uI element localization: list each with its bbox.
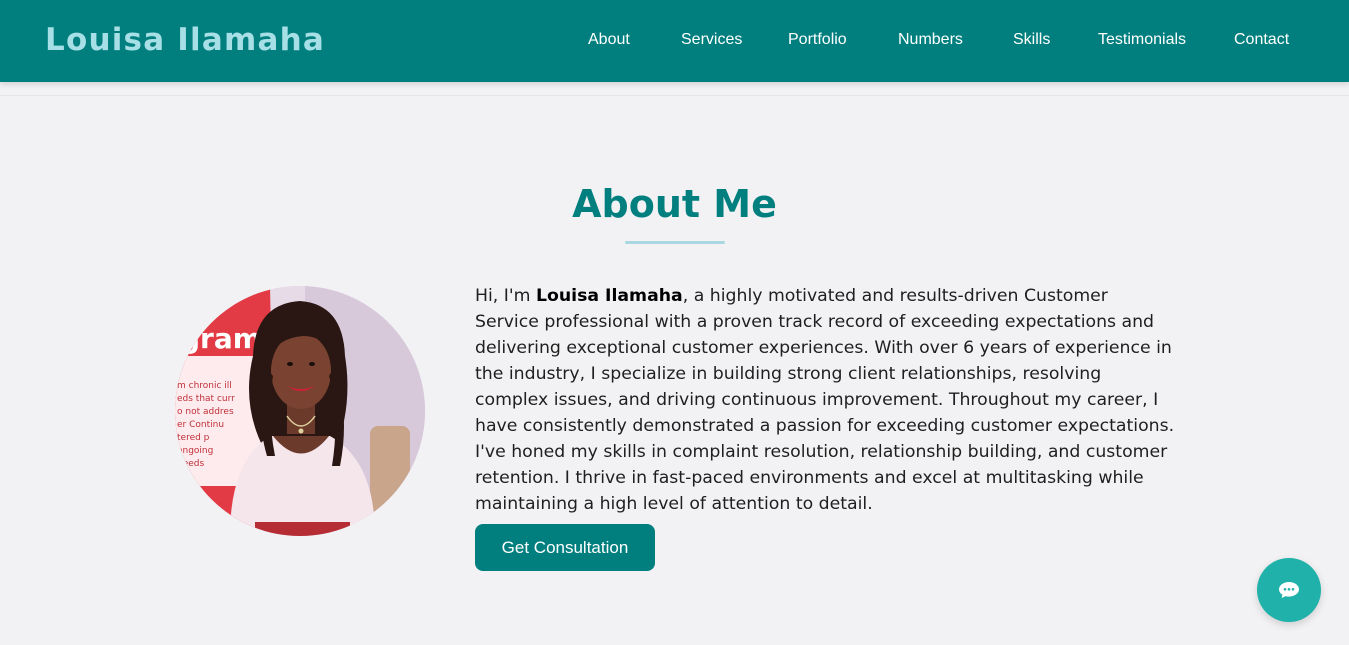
nav-link-testimonials[interactable]: Testimonials xyxy=(1098,31,1186,49)
profile-photo: gram m chronic ill eds that curr o not a… xyxy=(175,286,425,536)
bio-name: Louisa Ilamaha xyxy=(535,286,683,306)
chat-bubble-icon xyxy=(1279,582,1299,598)
chat-button[interactable] xyxy=(1257,558,1321,622)
nav-link-contact[interactable]: Contact xyxy=(1234,31,1289,49)
get-consultation-button[interactable]: Get Consultation xyxy=(475,524,655,571)
portrait-photo-illustration: gram m chronic ill eds that curr o not a… xyxy=(175,286,425,536)
section-title: About Me xyxy=(572,182,777,226)
nav-link-numbers[interactable]: Numbers xyxy=(898,31,963,49)
svg-text:tered p: tered p xyxy=(177,433,210,443)
svg-text:er Continu: er Continu xyxy=(177,420,224,430)
svg-text:ongoing: ongoing xyxy=(177,446,213,456)
nav-link-about[interactable]: About xyxy=(588,31,630,49)
svg-text:gram: gram xyxy=(180,322,262,355)
bio-paragraph: Hi, I'm Louisa Ilamaha, a highly motivat… xyxy=(475,283,1175,517)
svg-text:m chronic ill: m chronic ill xyxy=(177,381,232,391)
svg-text:o not addres: o not addres xyxy=(177,407,234,417)
nav-link-services[interactable]: Services xyxy=(681,31,742,49)
main-nav: About Services Portfolio Numbers Skills … xyxy=(0,31,1349,55)
nav-link-portfolio[interactable]: Portfolio xyxy=(788,31,847,49)
bio-intro: Hi, I'm xyxy=(475,286,536,306)
bio-body: , a highly motivated and results-driven … xyxy=(475,286,1175,514)
svg-text:eds that curr: eds that curr xyxy=(177,394,235,404)
nav-link-skills[interactable]: Skills xyxy=(1013,31,1050,49)
svg-text:needs: needs xyxy=(177,459,204,469)
title-underline xyxy=(625,241,725,244)
section-divider xyxy=(0,95,1349,96)
navbar: Louisa Ilamaha About Services Portfolio … xyxy=(0,0,1349,82)
